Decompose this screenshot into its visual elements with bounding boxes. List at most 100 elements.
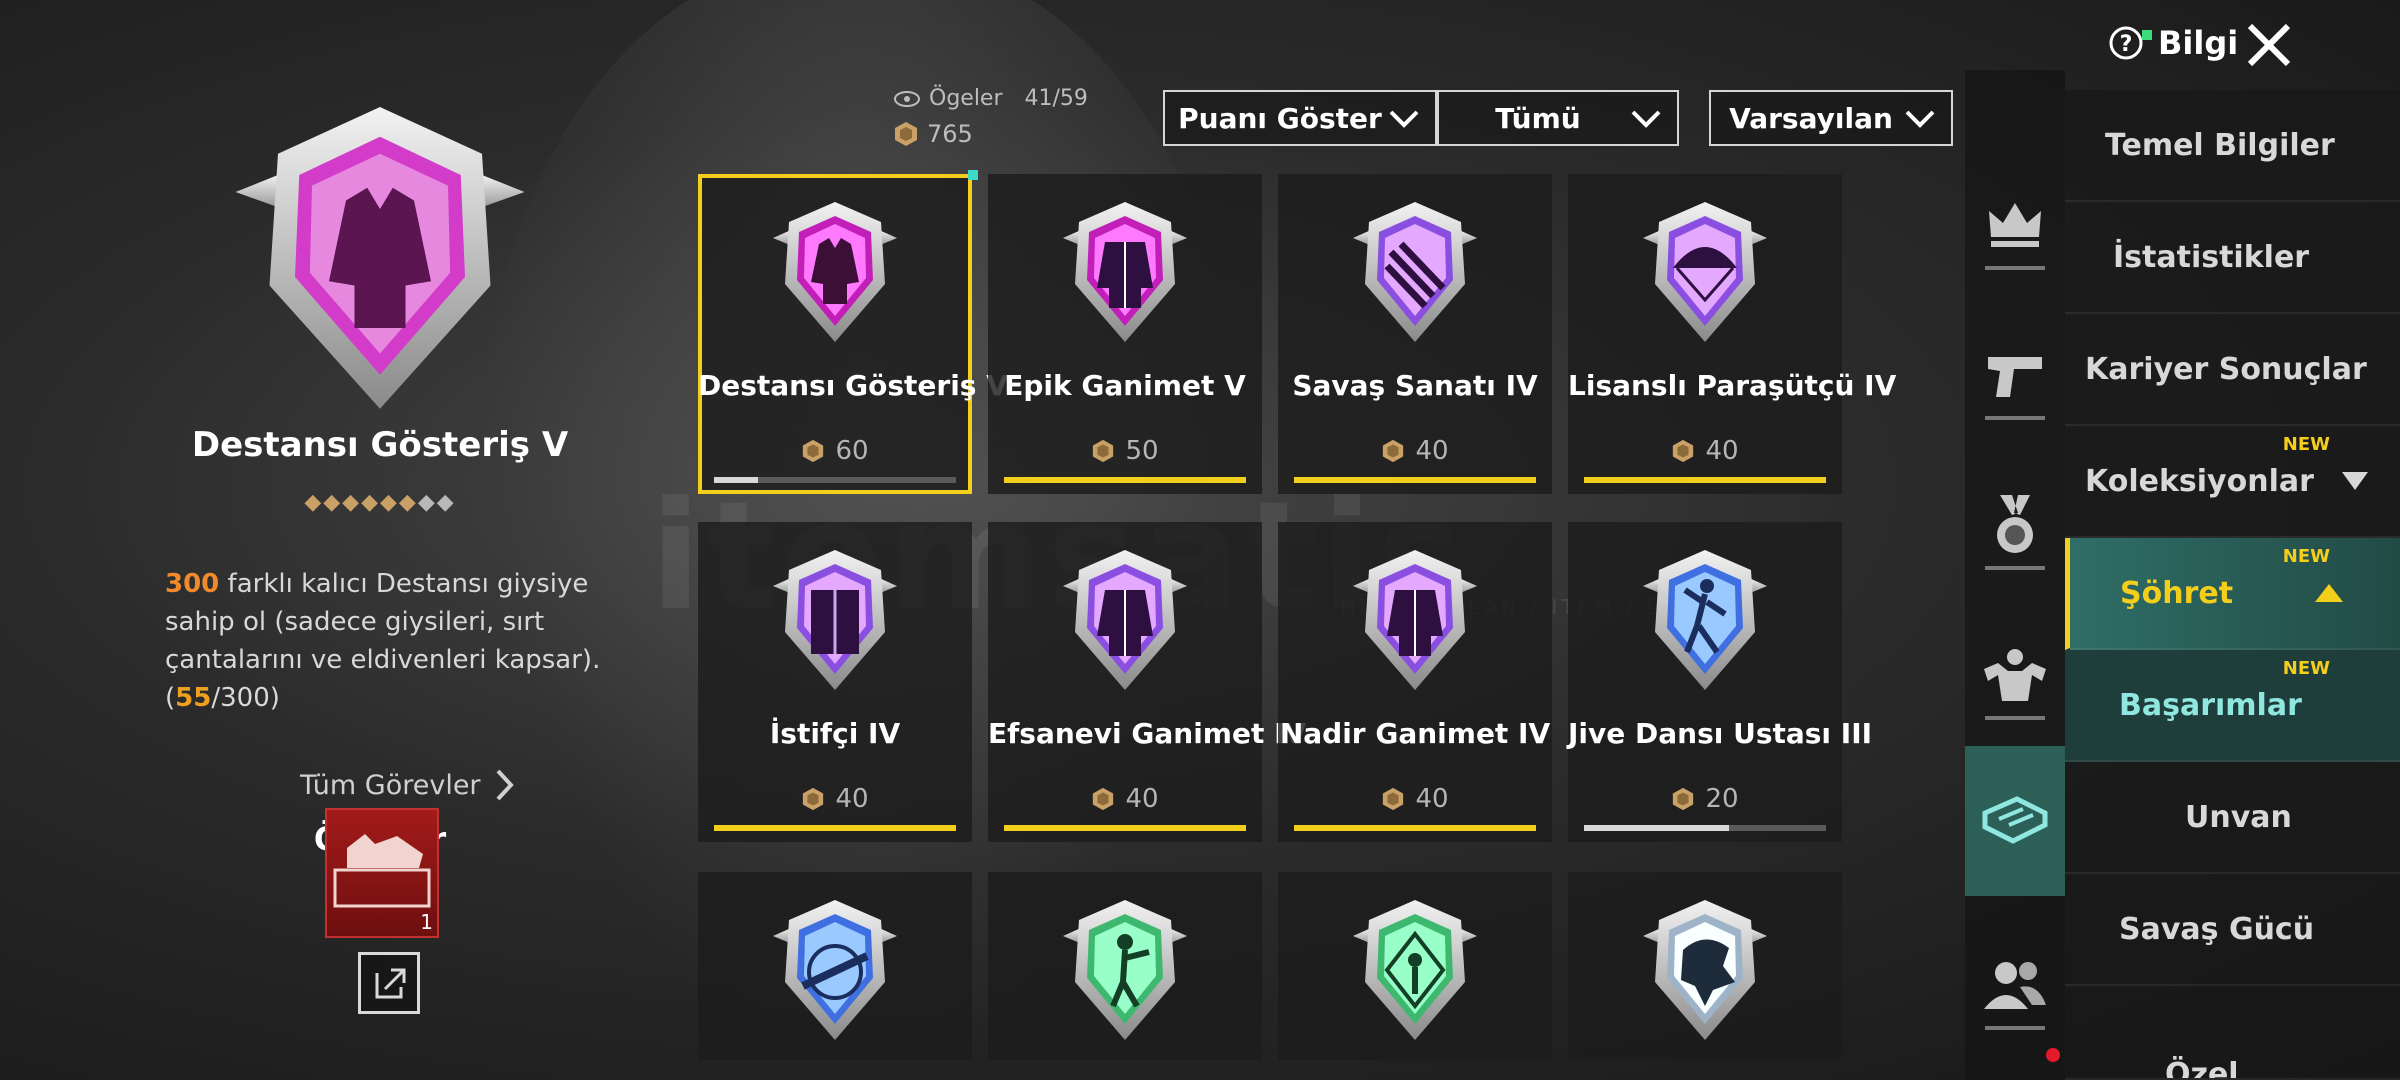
progress-fill [1294, 825, 1536, 831]
chevron-down-icon [1905, 110, 1935, 128]
box-icon [1982, 796, 2048, 844]
menu-career-results[interactable]: Kariyer Sonuçlar [2065, 314, 2400, 426]
menu-basic-info[interactable]: Temel Bilgiler [2065, 90, 2400, 202]
side-menu: Temel Bilgiler İstatistikler Kariyer Son… [2065, 90, 2400, 1080]
menu-title[interactable]: Unvan [2065, 762, 2400, 874]
achievement-card[interactable] [988, 872, 1262, 1060]
rail-crown[interactable] [1965, 180, 2065, 270]
menu-label: Şöhret [2120, 575, 2234, 611]
robe-icon [1063, 202, 1187, 342]
chevron-down-icon [1389, 110, 1419, 128]
points-value: 20 [1705, 784, 1739, 814]
menu-label: Unvan [2185, 799, 2292, 835]
progress-bar [714, 825, 956, 831]
points-value: 40 [1415, 436, 1449, 466]
achievement-name: Nadir Ganimet IV [1279, 717, 1551, 750]
progress-bar [1584, 477, 1826, 483]
points-icon [1383, 439, 1404, 463]
menu-collections[interactable]: Koleksiyonlar NEW [2065, 426, 2400, 538]
detail-title: Destansı Gösteriş V [191, 425, 569, 465]
achievement-card[interactable]: Efsanevi Ganimet IV 40 [988, 522, 1307, 842]
achievement-card[interactable]: Lisanslı Paraşütçü IV 40 [1568, 174, 1897, 494]
points-value: 50 [1125, 436, 1159, 466]
achievement-points: 20 [1568, 784, 1842, 814]
achievement-name: İstifçi IV [769, 717, 901, 750]
pistol-icon [1988, 357, 2042, 397]
progress-fill [1584, 825, 1730, 831]
chevron-down-icon [1631, 110, 1661, 128]
achievement-card[interactable] [698, 872, 972, 1060]
achievement-card[interactable]: Destansı Gösteriş V 60 [698, 170, 1008, 494]
points-value: 40 [835, 784, 869, 814]
sort-dropdown[interactable]: Varsayılan [1709, 90, 1953, 146]
share-button[interactable] [358, 952, 420, 1014]
menu-special[interactable]: Özel [2065, 986, 2400, 1080]
dropdown-label: Varsayılan [1729, 101, 1893, 135]
soldier-icon [1063, 900, 1187, 1040]
detail-description: 300 farklı kalıcı Destansı giysiye sahip… [165, 565, 605, 717]
notification-dot [2142, 30, 2152, 40]
chevron-right-icon [496, 769, 514, 801]
reward-item[interactable]: 1 [325, 808, 439, 938]
rail-collections[interactable] [1965, 746, 2065, 896]
points-counter: 765 [893, 120, 973, 148]
achievement-name: Lisanslı Paraşütçü IV [1568, 369, 1897, 402]
achievement-card[interactable]: Savaş Sanatı IV 40 [1278, 174, 1552, 494]
menu-fame[interactable]: Şöhret NEW [2065, 538, 2400, 650]
points-icon [1093, 439, 1114, 463]
diamond-soldier-icon [1353, 900, 1477, 1040]
filter-dropdown[interactable]: Tümü [1437, 90, 1679, 146]
achievement-name: Efsanevi Ganimet IV [988, 717, 1307, 750]
new-badge: NEW [2282, 546, 2330, 567]
info-label: Bilgi [2158, 24, 2239, 62]
progress-bar [1294, 477, 1536, 483]
achievement-card[interactable]: Epik Ganimet V 50 [988, 174, 1262, 494]
achievement-points: 40 [698, 784, 972, 814]
progress-fill [1584, 477, 1826, 483]
achievement-card[interactable]: İstifçi IV 40 [698, 522, 972, 842]
info-button[interactable]: ? Bilgi [2108, 24, 2238, 62]
caret-up-icon [2315, 584, 2344, 602]
points-icon [895, 122, 917, 146]
desc-total: /300) [211, 683, 280, 713]
muscle-icon [1984, 649, 2046, 701]
achievement-points: 40 [1278, 784, 1552, 814]
achievement-card[interactable] [1278, 872, 1552, 1060]
menu-battle-power[interactable]: Savaş Gücü [2065, 874, 2400, 986]
progress-bar [1584, 825, 1826, 831]
rail-physique[interactable] [1965, 630, 2065, 720]
achievement-card[interactable]: Jive Dansı Ustası III 20 [1568, 522, 1873, 842]
dropdown-label: Puanı Göster [1178, 101, 1382, 135]
close-icon[interactable] [2244, 20, 2294, 70]
achievement-points: 40 [1278, 436, 1552, 466]
achievement-card[interactable]: Nadir Ganimet IV 40 [1278, 522, 1552, 842]
crosshair-gun-icon [773, 900, 897, 1040]
achievement-name: Epik Ganimet V [1004, 369, 1246, 402]
rail-divider [1985, 1026, 2045, 1030]
rail-weapons[interactable] [1965, 330, 2065, 420]
locker-icon [773, 550, 897, 690]
all-tasks-link[interactable]: Tüm Görevler [300, 768, 515, 802]
rail-medals[interactable] [1965, 480, 2065, 570]
menu-label: İstatistikler [2113, 239, 2310, 275]
all-tasks-label: Tüm Görevler [300, 769, 481, 801]
achievement-name: Jive Dansı Ustası III [1568, 717, 1873, 750]
help-icon: ? [2109, 26, 2143, 60]
show-points-dropdown[interactable]: Puanı Göster [1163, 90, 1437, 146]
eagle-icon [1643, 900, 1767, 1040]
caret-down-icon [2341, 472, 2368, 490]
points-icon [1673, 787, 1694, 811]
menu-label: Başarımlar [2119, 687, 2302, 723]
rail-friends[interactable] [1965, 940, 2065, 1030]
menu-achievements[interactable]: Başarımlar NEW [2065, 650, 2400, 762]
achievement-card[interactable] [1568, 872, 1842, 1060]
medal-icon [1997, 495, 2033, 553]
menu-statistics[interactable]: İstatistikler [2065, 202, 2400, 314]
points-icon [1383, 787, 1404, 811]
achievement-name: Destansı Gösteriş V [698, 369, 1008, 402]
progress-bar [714, 477, 956, 483]
dancer-icon [1643, 550, 1767, 690]
points-icon [1673, 439, 1694, 463]
crown-icon [1989, 203, 2041, 247]
progress-bar [1004, 477, 1246, 483]
